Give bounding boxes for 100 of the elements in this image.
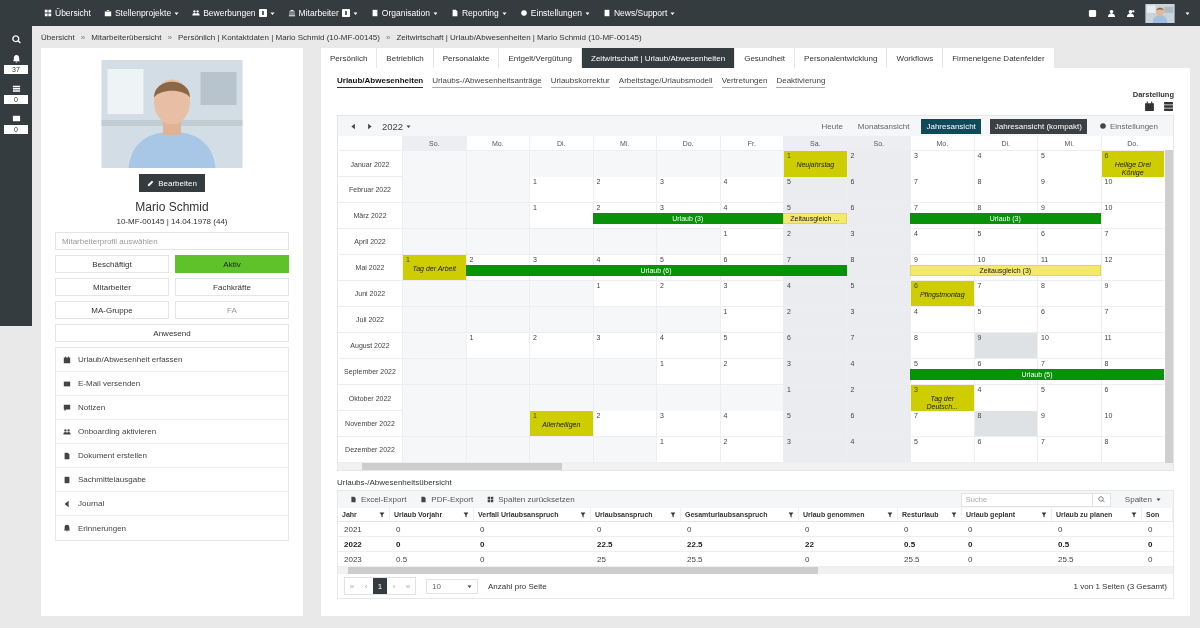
action-item[interactable]: Sachmittelausgabe <box>56 468 288 492</box>
list-icon[interactable] <box>1163 101 1174 112</box>
scrollbar[interactable] <box>1165 150 1173 463</box>
action-item[interactable]: Onboarding aktivieren <box>56 420 288 444</box>
filter-icon[interactable] <box>951 511 957 518</box>
view-button[interactable]: Heute <box>818 121 846 131</box>
document-icon <box>450 9 459 17</box>
subtab[interactable]: Vertretungen <box>721 76 768 88</box>
mail-icon[interactable] <box>11 114 21 123</box>
filter-icon[interactable] <box>1131 511 1137 518</box>
tab[interactable]: Entgelt/Vergütung <box>499 48 583 68</box>
caret-icon <box>467 583 472 589</box>
toolbar-button[interactable]: Spalten zurücksetzen <box>487 495 575 504</box>
filter-icon[interactable] <box>580 511 586 518</box>
edit-button[interactable]: Bearbeiten <box>139 174 205 192</box>
filter-icon[interactable] <box>887 511 893 518</box>
status-field: MA-Gruppe <box>55 301 169 319</box>
menu-item[interactable]: Stellenprojekte <box>103 8 180 18</box>
table-cell: 0 <box>962 522 1052 537</box>
settings-button[interactable]: Einstellungen <box>1095 121 1161 131</box>
menu-item[interactable]: Übersicht <box>44 8 91 18</box>
subtab[interactable]: Urlaubskorrektur <box>550 76 610 88</box>
year-select[interactable]: 2022 <box>382 120 412 132</box>
columns-button[interactable]: Spalten <box>1124 495 1161 504</box>
tab[interactable]: Personalakte <box>433 48 500 68</box>
view-button[interactable]: Jahresansicht <box>921 118 981 134</box>
previous-icon[interactable] <box>350 122 357 130</box>
menu-item[interactable]: Mitarbeiter <box>287 8 358 18</box>
tab[interactable]: Zeitwirtschaft | Urlaub/Abwesenheiten <box>582 48 736 68</box>
menu-item[interactable]: Einstellungen <box>519 8 590 18</box>
section-title: Urlaubs-/Abwesenheitsübersicht <box>337 478 453 487</box>
calendar-icon[interactable] <box>1144 101 1155 112</box>
count-badge-icon <box>341 9 350 17</box>
action-item[interactable]: E-Mail versenden <box>56 372 288 396</box>
filter-icon[interactable] <box>788 511 794 518</box>
status-field: Aktiv <box>175 255 289 273</box>
users-icon <box>192 9 201 17</box>
menu-item[interactable]: Reporting <box>450 8 507 18</box>
subtab[interactable]: Urlaubs-/Abwesenheitsanträge <box>432 76 542 88</box>
page-button[interactable]: 1 <box>373 578 387 594</box>
table-cell: 0 <box>474 537 591 552</box>
bell-icon[interactable] <box>11 54 21 63</box>
scrollbar[interactable] <box>338 463 1173 470</box>
search-icon[interactable] <box>11 35 21 44</box>
table-cell: 0 <box>1142 522 1173 537</box>
table-cell: 0 <box>390 522 474 537</box>
action-item[interactable]: Erinnerungen <box>56 516 288 540</box>
action-item[interactable]: Notizen <box>56 396 288 420</box>
subtab[interactable]: Deaktivierung <box>776 76 826 88</box>
view-button[interactable]: Jahresansicht (kompakt) <box>989 118 1087 134</box>
status-field: Anwesend <box>55 324 289 342</box>
book-icon <box>63 475 71 484</box>
breadcrumb-link[interactable]: Übersicht <box>41 32 75 42</box>
tab[interactable]: Persönlich <box>321 48 378 68</box>
table-cell: 0 <box>799 522 898 537</box>
profile-select[interactable]: Mitarbeiterprofil auswählen <box>55 232 289 250</box>
toolbar-button[interactable]: PDF-Export <box>420 495 474 504</box>
table-cell: 0 <box>681 522 799 537</box>
breadcrumb-link[interactable]: Mitarbeiterübersicht <box>91 32 162 42</box>
subtab[interactable]: Arbeitstage/Urlaubsmodell <box>618 76 713 88</box>
menu-item[interactable]: Bewerbungen <box>192 8 275 18</box>
filter-icon[interactable] <box>379 511 385 518</box>
search-icon <box>1097 496 1105 503</box>
action-item[interactable]: Journal <box>56 492 288 516</box>
next-icon[interactable] <box>366 122 373 130</box>
caret-icon[interactable] <box>1185 10 1190 16</box>
tab[interactable]: Firmeneigene Datenfelder <box>943 48 1055 68</box>
scrollbar[interactable] <box>338 567 1173 574</box>
menu-item[interactable]: News/Support <box>602 8 676 18</box>
mail-icon <box>63 379 71 388</box>
filter-icon[interactable] <box>1041 511 1047 518</box>
breadcrumb-link[interactable]: Zeitwirtschaft | Urlaub/Abwesenheiten | Mario Schmid (10-MF-00145) <box>396 32 642 42</box>
add-user-icon[interactable] <box>1126 8 1135 18</box>
action-item[interactable]: Dokument erstellen <box>56 444 288 468</box>
breadcrumb-link[interactable]: Persönlich | Kontaktdaten | Mario Schmid (10-MF-00145) <box>177 32 380 42</box>
tab[interactable]: Gesundheit <box>735 48 796 68</box>
list-icon[interactable] <box>11 84 21 93</box>
users-icon <box>63 427 71 436</box>
action-item[interactable]: Urlaub/Abwesenheit erfassen <box>56 348 288 372</box>
caret-icon <box>174 10 180 16</box>
menu-item[interactable]: Organisation <box>370 8 438 18</box>
tab[interactable]: Workflows <box>887 48 944 68</box>
filter-icon[interactable] <box>670 511 676 518</box>
bell-icon <box>63 524 71 532</box>
table-cell: 0 <box>1142 537 1173 552</box>
view-button[interactable]: Monatsansicht <box>854 121 913 131</box>
table-cell: 2022 <box>338 537 390 552</box>
user-icon[interactable] <box>1107 8 1116 18</box>
status-field: Fachkräfte <box>175 278 289 296</box>
page-size-select[interactable]: 10 <box>426 578 478 594</box>
filter-icon[interactable] <box>463 511 469 518</box>
breadcrumb-separator: » <box>80 32 86 42</box>
tab[interactable]: Betrieblich <box>377 48 434 68</box>
toolbar-button[interactable]: Excel-Export <box>350 495 407 504</box>
table-cell: 0 <box>591 522 681 537</box>
subtab[interactable]: Urlaub/Abwesenheiten <box>337 76 424 88</box>
tab[interactable]: Personalentwicklung <box>795 48 888 68</box>
caret-icon <box>352 10 358 16</box>
table-cell: 0.5 <box>898 537 962 552</box>
status-field: Mitarbeiter <box>55 278 169 296</box>
